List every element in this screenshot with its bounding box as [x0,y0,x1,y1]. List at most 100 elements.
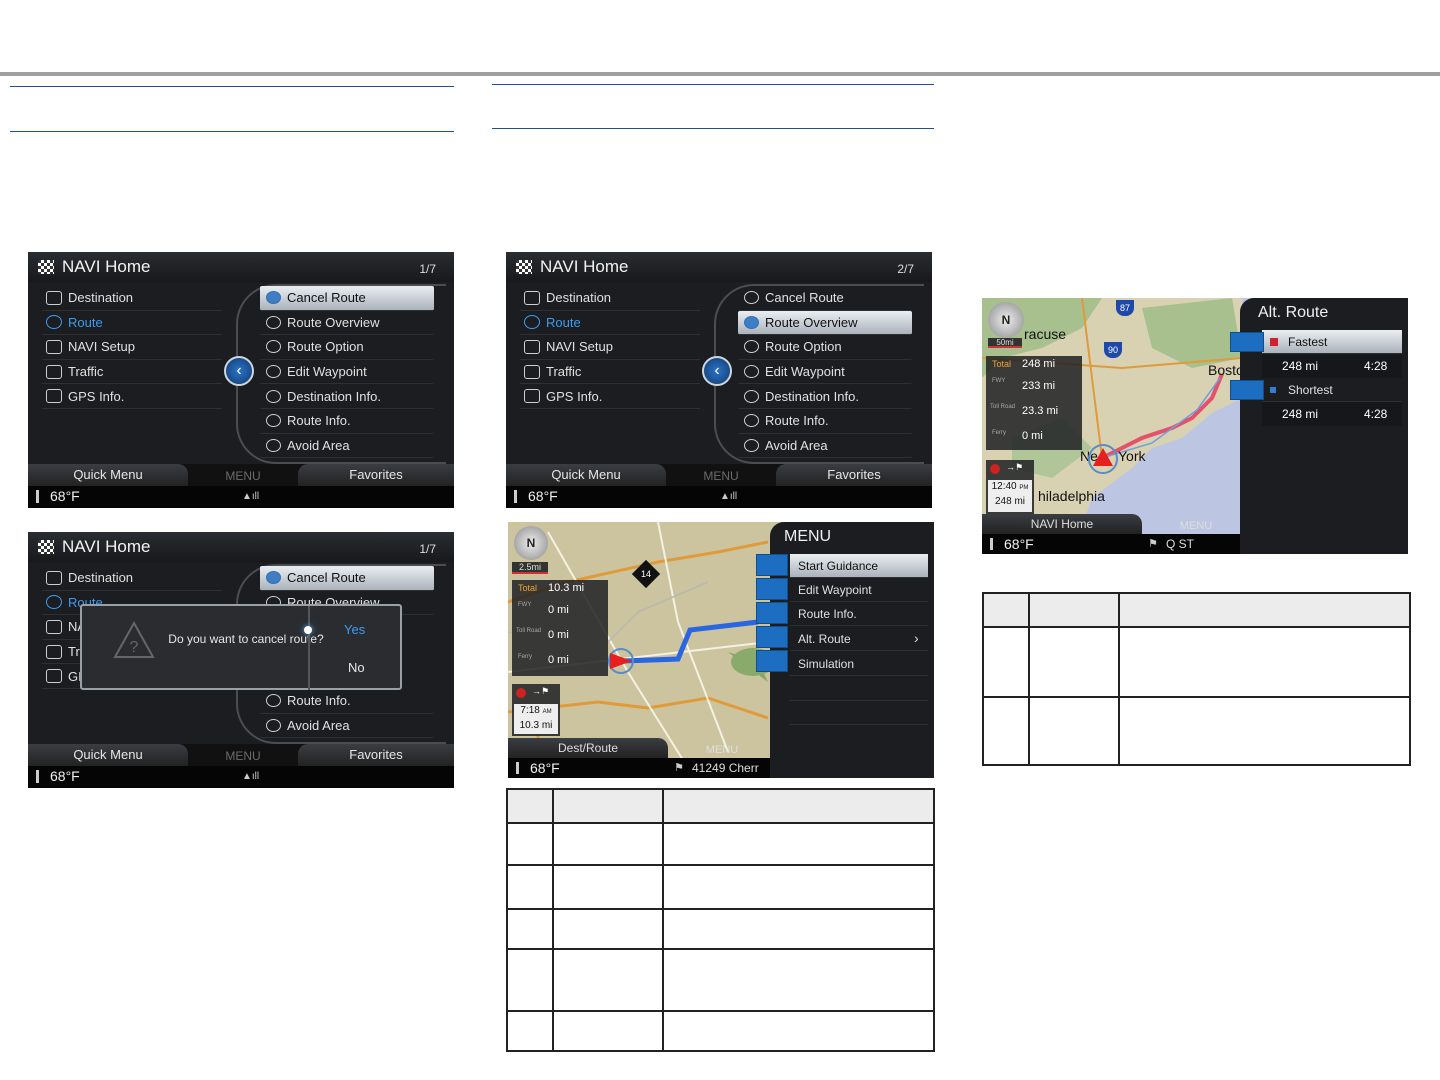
fastest-color-icon [1270,337,1278,346]
menu-item-cancel-route[interactable]: Cancel Route [738,286,912,311]
screen-title: NAVI Home [62,257,151,276]
screen-title-bar: NAVI Home 2/7 [506,252,932,282]
quick-menu-button[interactable]: Quick Menu [506,464,666,486]
menu-item-destination[interactable]: Destination [42,566,222,591]
screen-title: NAVI Home [62,537,151,556]
total-label: Total [992,359,1012,369]
callout-box [756,602,788,624]
edit-waypoint-item[interactable]: Edit Waypoint [790,578,928,602]
route-summary-panel: Total 248 mi FWY 233 mi Toll Road 23.3 m… [986,356,1082,450]
status-bar: 68°F ▲ıll [28,766,454,788]
menu-item-avoid-area[interactable]: Avoid Area [738,434,912,459]
chevron-left-icon[interactable]: ‹ [702,356,732,386]
menu-item-route-info[interactable]: Route Info. [738,409,912,434]
menu-label: Tr [68,644,80,660]
route-info-item[interactable]: Route Info. [790,602,928,626]
alt-route-item[interactable]: Alt. Route [790,627,928,651]
alt-route-map-screen: 87 90 racuse Bosto Ne York hiladelphia N… [982,298,1408,554]
map-scale[interactable]: 2.5mi [512,562,548,574]
menu-item-destination[interactable]: Destination [520,286,700,311]
map-menu-button[interactable]: MENU [1148,516,1244,536]
table-header-cell [662,788,935,824]
fwy-distance: 0 mi [548,604,569,616]
menu-item-route-info[interactable]: Route Info. [260,689,434,714]
quick-menu-button[interactable]: Quick Menu [28,744,188,766]
menu-item-traffic[interactable]: Traffic [520,360,700,385]
menu-item-route-overview[interactable]: Route Overview [738,310,912,336]
menu-item-cancel-route[interactable]: Cancel Route [260,286,434,311]
navi-home-button[interactable]: NAVI Home [982,514,1142,534]
shortest-option[interactable]: Shortest [1262,378,1402,402]
destination-flag-icon: ⚑ [1148,538,1158,550]
ferry-label: Ferry [992,430,1006,436]
favorites-button[interactable]: Favorites [776,464,932,486]
highway-number: 87 [1119,303,1130,313]
route-option-icon [266,340,281,354]
menu-item-avoid-area[interactable]: Avoid Area [260,434,434,459]
menu-item-route[interactable]: Route [42,311,222,336]
menu-button[interactable]: MENU [188,466,298,486]
table-cell [1028,696,1120,766]
eta-distance: 10.3 mi [519,720,553,731]
gear-icon [46,339,62,354]
menu-item-destination[interactable]: Destination [42,286,222,311]
alt-route-description-table [982,592,1411,766]
dest-route-button[interactable]: Dest/Route [508,738,668,758]
menu-item-traffic[interactable]: Traffic [42,360,222,385]
yes-button[interactable]: Yes [344,622,365,637]
fastest-option[interactable]: Fastest [1262,330,1402,354]
destination-flag-icon: →⚑ [532,686,550,696]
menu-label: Route Option [287,339,364,355]
dialog-divider [308,606,310,690]
chevron-left-icon[interactable]: ‹ [224,356,254,386]
menu-item-route-option[interactable]: Route Option [260,335,434,360]
menu-item-gps-info[interactable]: GPS Info. [520,384,700,409]
menu-item-destination-info[interactable]: Destination Info. [260,384,434,409]
menu-label: Route Option [765,339,842,355]
compass-icon[interactable]: N [988,302,1024,338]
favorites-button[interactable]: Favorites [298,464,454,486]
total-distance: 248 mi [1022,358,1056,370]
table-header-cell [1118,592,1411,628]
table-row [982,696,1411,766]
highway-number: 14 [640,568,652,579]
no-button[interactable]: No [348,660,365,675]
map-menu-button[interactable]: MENU [674,740,770,760]
menu-item-edit-waypoint[interactable]: Edit Waypoint [260,360,434,385]
signal-icon: ▲ıll [720,491,738,502]
traffic-icon [524,364,540,379]
menu-item-route[interactable]: Route [520,311,700,336]
cancel-route-icon [744,291,759,305]
avoid-area-icon [266,438,281,452]
cancel-route-dialog: ? Do you want to cancel route? Yes No [80,604,402,690]
menu-item-route-overview[interactable]: Route Overview [260,311,434,336]
menu-label: Edit Waypoint [287,364,367,380]
start-guidance-item[interactable]: Start Guidance [790,554,928,578]
thermometer-icon [36,490,39,503]
menu-item-cancel-route[interactable]: Cancel Route [260,566,434,591]
toll-label: Toll Road [990,404,1016,410]
menu-item-destination-info[interactable]: Destination Info. [738,384,912,409]
fwy-label: FWY [992,378,1006,384]
compass-icon[interactable]: N [514,526,548,560]
menu-item-route-info[interactable]: Route Info. [260,409,434,434]
table-cell [506,1010,554,1052]
menu-item-navi-setup[interactable]: NAVI Setup [42,335,222,360]
eta-panel: →⚑ 12:40 PM 248 mi [986,460,1034,514]
menu-item-route-option[interactable]: Route Option [738,335,912,360]
quick-menu-button[interactable]: Quick Menu [28,464,188,486]
menu-divider [790,724,928,725]
destination-icon [524,290,540,305]
highway-number: 90 [1107,345,1118,355]
favorites-button[interactable]: Favorites [298,744,454,766]
menu-item-gps-info[interactable]: GPS Info. [42,384,222,409]
map-scale[interactable]: 50mi [988,338,1022,348]
menu-item-edit-waypoint[interactable]: Edit Waypoint [738,360,912,385]
simulation-item[interactable]: Simulation [790,652,928,676]
menu-item-navi-setup[interactable]: NAVI Setup [520,335,700,360]
option-name: Fastest [1288,334,1328,349]
menu-item-avoid-area[interactable]: Avoid Area [260,714,434,739]
city-label: hiladelphia [1038,488,1105,504]
menu-button[interactable]: MENU [188,746,298,766]
menu-button[interactable]: MENU [666,466,776,486]
